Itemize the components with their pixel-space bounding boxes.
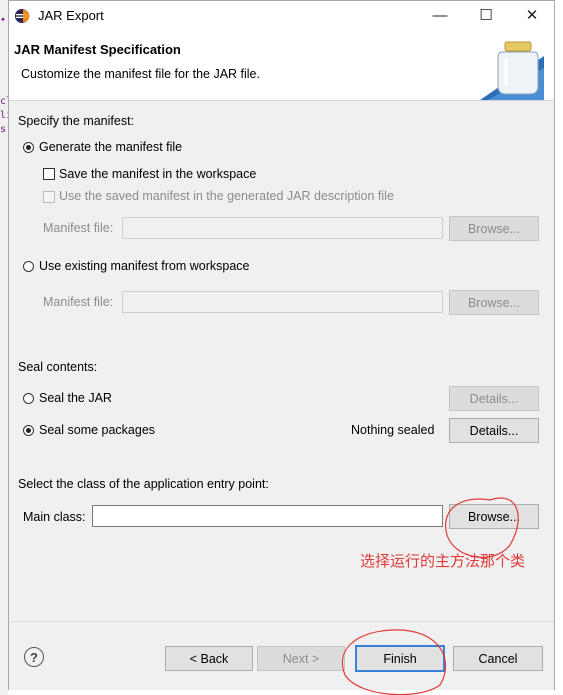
- minimize-icon: —: [432, 6, 448, 24]
- editor-edge-glyph: ✦: [0, 14, 7, 25]
- existing-manifest-radio[interactable]: [23, 261, 34, 272]
- manifest-file-input[interactable]: [122, 217, 443, 239]
- window-title: JAR Export: [38, 8, 104, 23]
- maximize-icon: ☐: [479, 7, 493, 24]
- jar-icon: [480, 41, 544, 100]
- finish-button[interactable]: Finish: [355, 645, 445, 672]
- seal-jar-details-button[interactable]: Details...: [449, 386, 539, 411]
- existing-manifest-browse-button[interactable]: Browse...: [449, 290, 539, 315]
- seal-jar-radio[interactable]: [23, 393, 34, 404]
- save-manifest-checkbox[interactable]: [43, 168, 55, 180]
- use-saved-manifest-checkbox[interactable]: [43, 191, 55, 203]
- eclipse-icon: [15, 9, 30, 23]
- entry-point-label: Select the class of the application entr…: [18, 477, 269, 491]
- manifest-file-label: Manifest file:: [43, 221, 114, 235]
- next-button[interactable]: Next >: [257, 646, 345, 671]
- seal-packages-details-button[interactable]: Details...: [449, 418, 539, 443]
- main-class-label: Main class:: [23, 510, 86, 524]
- maximize-button[interactable]: ☐: [463, 0, 509, 30]
- main-class-browse-button[interactable]: Browse...: [449, 504, 539, 529]
- existing-manifest-file-input[interactable]: [122, 291, 443, 313]
- seal-packages-label[interactable]: Seal some packages: [39, 423, 155, 437]
- main-class-input[interactable]: [92, 505, 443, 527]
- help-icon[interactable]: ?: [24, 647, 44, 667]
- title-bar[interactable]: JAR Export — ☐ ✕: [8, 0, 555, 32]
- generate-manifest-radio[interactable]: [23, 142, 34, 153]
- page-description: Customize the manifest file for the JAR …: [21, 67, 260, 81]
- specify-manifest-label: Specify the manifest:: [18, 114, 135, 128]
- close-icon: ✕: [525, 7, 539, 24]
- seal-packages-radio[interactable]: [23, 425, 34, 436]
- seal-jar-label[interactable]: Seal the JAR: [39, 391, 112, 405]
- seal-contents-label: Seal contents:: [18, 360, 98, 374]
- annotation-note: 选择运行的主方法那个类: [360, 553, 526, 570]
- existing-manifest-label[interactable]: Use existing manifest from workspace: [39, 259, 250, 273]
- use-saved-manifest-label: Use the saved manifest in the generated …: [59, 189, 394, 203]
- back-button[interactable]: < Back: [165, 646, 253, 671]
- cancel-button[interactable]: Cancel: [453, 646, 543, 671]
- save-manifest-label[interactable]: Save the manifest in the workspace: [59, 167, 256, 181]
- generate-manifest-label[interactable]: Generate the manifest file: [39, 140, 182, 154]
- close-button[interactable]: ✕: [509, 0, 555, 30]
- page-title: JAR Manifest Specification: [14, 42, 181, 57]
- manifest-browse-button[interactable]: Browse...: [449, 216, 539, 241]
- minimize-button[interactable]: —: [417, 0, 463, 30]
- seal-status-text: Nothing sealed: [351, 423, 435, 437]
- manifest-file-label: Manifest file:: [43, 295, 114, 309]
- editor-edge-glyph: s: [0, 124, 7, 135]
